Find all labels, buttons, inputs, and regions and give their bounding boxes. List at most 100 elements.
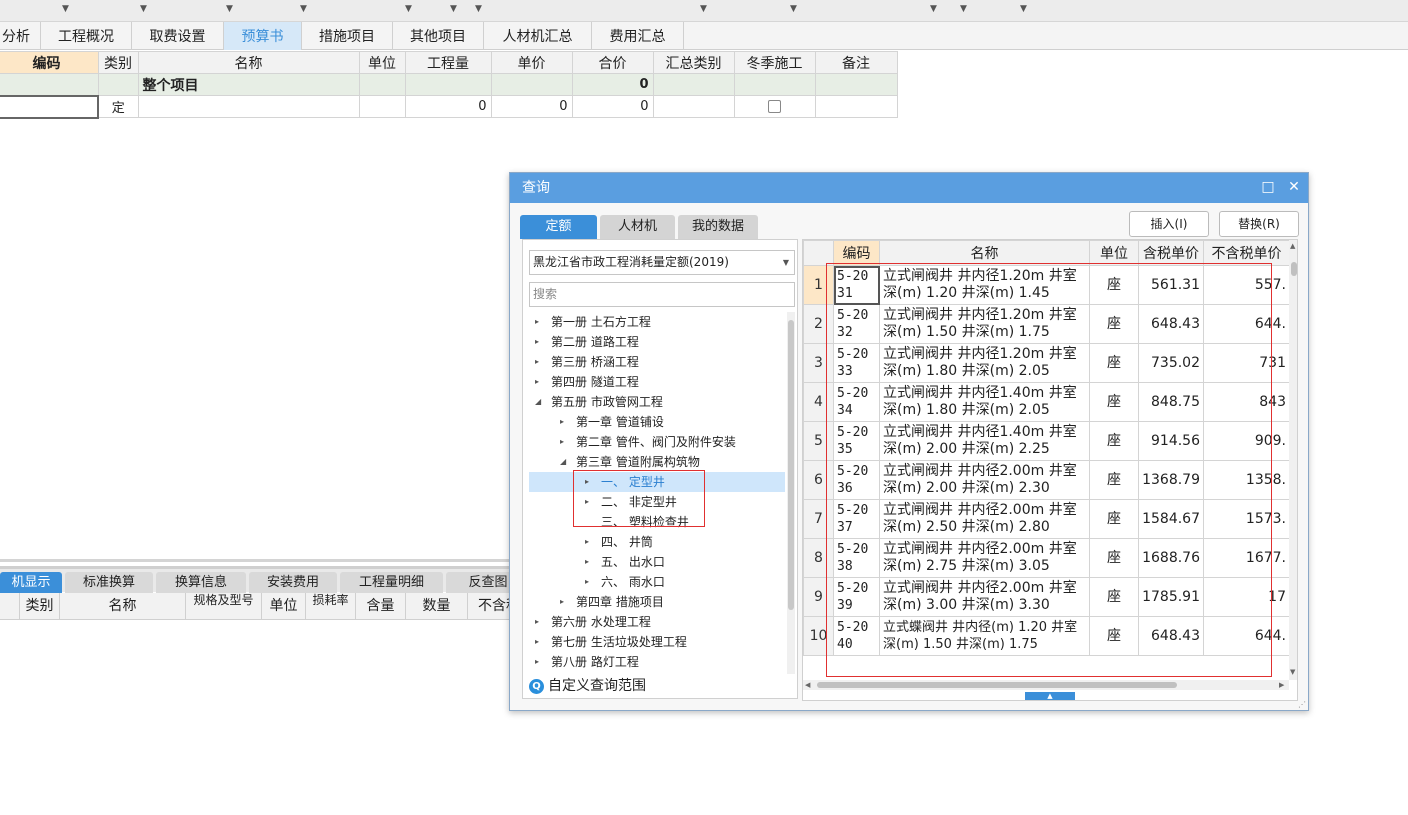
tab-measures[interactable]: 措施项目 xyxy=(302,22,393,50)
result-col-name[interactable]: 名称 xyxy=(879,240,1090,266)
quota-tax-price[interactable]: 1688.76 xyxy=(1138,538,1204,578)
row-number[interactable]: 8 xyxy=(803,538,834,578)
quota-code[interactable]: 5-2036 xyxy=(833,460,880,500)
tab-display[interactable]: 机显示 xyxy=(0,572,62,594)
quota-unit[interactable]: 座 xyxy=(1089,265,1139,305)
quota-name[interactable]: 立式闸阀井 井内径1.40m 井室深(m) 2.00 井深(m) 2.25 xyxy=(879,421,1090,461)
tree-node[interactable]: ▸ 第七册 生活垃圾处理工程 xyxy=(529,632,785,652)
quota-name[interactable]: 立式闸阀井 井内径2.00m 井室深(m) 2.50 井深(m) 2.80 xyxy=(879,499,1090,539)
scroll-thumb[interactable] xyxy=(788,320,794,610)
tree-node[interactable]: ▸ 第二章 管件、阀门及附件安装 xyxy=(529,432,785,452)
quota-notax-price[interactable]: 1358. xyxy=(1203,460,1290,500)
scroll-left-icon[interactable]: ◀ xyxy=(805,681,810,689)
collapsed-caret-icon[interactable]: ▸ xyxy=(535,612,545,632)
table-row[interactable]: 9 5-2039 立式闸阀井 井内径2.00m 井室深(m) 3.00 井深(m) … xyxy=(803,577,1290,617)
quota-name[interactable]: 立式闸阀井 井内径1.20m 井室深(m) 1.80 井深(m) 2.05 xyxy=(879,343,1090,383)
lower-col-name[interactable]: 名称 xyxy=(60,593,186,620)
cell[interactable] xyxy=(358,73,406,96)
cell[interactable] xyxy=(97,73,139,96)
dialog-title-bar[interactable]: 查询 xyxy=(510,173,1308,203)
quota-code[interactable]: 5-2034 xyxy=(833,382,880,422)
table-row[interactable]: 5 5-2035 立式闸阀井 井内径1.40m 井室深(m) 2.00 井深(m) … xyxy=(803,421,1290,461)
tree-node[interactable]: ▸ 第一章 管道铺设 xyxy=(529,412,785,432)
row-number[interactable]: 4 xyxy=(803,382,834,422)
row-number[interactable]: 5 xyxy=(803,421,834,461)
quota-notax-price[interactable]: 17 xyxy=(1203,577,1290,617)
tree-node[interactable]: ▸ 第四章 措施项目 xyxy=(529,592,785,612)
chevron-down-icon[interactable]: ▼ xyxy=(960,4,967,14)
unit-cell[interactable] xyxy=(358,95,406,118)
quota-name[interactable]: 立式闸阀井 井内径2.00m 井室深(m) 3.00 井深(m) 3.30 xyxy=(879,577,1090,617)
chevron-down-icon[interactable]: ▼ xyxy=(300,4,307,14)
col-header-price[interactable]: 单价 xyxy=(490,51,573,74)
lower-col-spec[interactable]: 规格及型号 xyxy=(186,593,262,620)
quota-unit[interactable]: 座 xyxy=(1089,382,1139,422)
table-row[interactable]: 1 5-2031 立式闸阀井 井内径1.20m 井室深(m) 1.20 井深(m) … xyxy=(803,265,1290,305)
collapsed-caret-icon[interactable]: ▸ xyxy=(585,532,595,552)
quota-code[interactable]: 5-2032 xyxy=(833,304,880,344)
chevron-down-icon[interactable]: ▼ xyxy=(783,251,789,274)
collapsed-caret-icon[interactable]: ▸ xyxy=(560,592,570,612)
tree-node[interactable]: ▸ 第一册 土石方工程 xyxy=(529,312,785,332)
quota-tax-price[interactable]: 1584.67 xyxy=(1138,499,1204,539)
quota-code[interactable]: 5-2040 xyxy=(833,616,880,656)
chevron-down-icon[interactable]: ▼ xyxy=(700,4,707,14)
quota-code[interactable]: 5-2037 xyxy=(833,499,880,539)
panel-toggle-button[interactable]: ▲ xyxy=(1025,692,1075,700)
quota-unit[interactable]: 座 xyxy=(1089,304,1139,344)
tree-scrollbar[interactable] xyxy=(787,312,795,674)
result-hscrollbar[interactable]: ◀ ▶ xyxy=(803,680,1289,690)
code-cell-editing[interactable] xyxy=(0,94,99,119)
table-row[interactable]: 8 5-2038 立式闸阀井 井内径2.00m 井室深(m) 2.75 井深(m) … xyxy=(803,538,1290,578)
table-row[interactable]: 10 5-2040 立式蝶阀井 井内径(m) 1.20 井室深(m) 1.50 井深… xyxy=(803,616,1290,656)
lower-col-content[interactable]: 含量 xyxy=(356,593,406,620)
quota-notax-price[interactable]: 644. xyxy=(1203,304,1290,344)
quota-notax-price[interactable]: 1573. xyxy=(1203,499,1290,539)
quota-unit[interactable]: 座 xyxy=(1089,577,1139,617)
quota-tax-price[interactable]: 1368.79 xyxy=(1138,460,1204,500)
quota-tax-price[interactable]: 648.43 xyxy=(1138,616,1204,656)
chevron-down-icon[interactable]: ▼ xyxy=(475,4,482,14)
quota-code[interactable]: 5-2035 xyxy=(833,421,880,461)
cell[interactable] xyxy=(814,73,898,96)
table-row[interactable]: 7 5-2037 立式闸阀井 井内径2.00m 井室深(m) 2.50 井深(m) … xyxy=(803,499,1290,539)
close-icon[interactable]: ✕ xyxy=(1286,179,1302,195)
table-row[interactable]: 2 5-2032 立式闸阀井 井内径1.20m 井室深(m) 1.50 井深(m) … xyxy=(803,304,1290,344)
col-header-remark[interactable]: 备注 xyxy=(814,51,898,74)
summary-type-cell[interactable] xyxy=(652,95,735,118)
tab-other-items[interactable]: 其他项目 xyxy=(393,22,484,50)
col-header-code[interactable]: 编码 xyxy=(0,51,99,74)
scroll-right-icon[interactable]: ▶ xyxy=(1279,681,1284,689)
quota-name[interactable]: 立式闸阀井 井内径1.20m 井室深(m) 1.50 井深(m) 1.75 xyxy=(879,304,1090,344)
result-col-notax-price[interactable]: 不含税单价 xyxy=(1203,240,1290,266)
scroll-thumb[interactable] xyxy=(817,682,1177,688)
price-cell[interactable]: 0 xyxy=(490,95,573,118)
col-header-type[interactable]: 类别 xyxy=(97,51,139,74)
row-number[interactable]: 10 xyxy=(803,616,834,656)
row-number[interactable]: 3 xyxy=(803,343,834,383)
quota-unit[interactable]: 座 xyxy=(1089,616,1139,656)
tab-standard-conversion[interactable]: 标准换算 xyxy=(65,572,153,594)
collapsed-caret-icon[interactable]: ▸ xyxy=(535,632,545,652)
quota-notax-price[interactable]: 909. xyxy=(1203,421,1290,461)
tree-node[interactable]: ◢ 第五册 市政管网工程 xyxy=(529,392,785,412)
quota-unit[interactable]: 座 xyxy=(1089,538,1139,578)
quota-unit[interactable]: 座 xyxy=(1089,421,1139,461)
tree-node[interactable]: ▸ 六、 雨水口 xyxy=(529,572,785,592)
tab-quota[interactable]: 定额 xyxy=(520,215,597,239)
tab-labor-material-summary[interactable]: 人材机汇总 xyxy=(484,22,592,50)
chevron-down-icon[interactable]: ▼ xyxy=(62,4,69,14)
quota-name[interactable]: 立式闸阀井 井内径1.40m 井室深(m) 1.80 井深(m) 2.05 xyxy=(879,382,1090,422)
winter-checkbox[interactable] xyxy=(768,100,781,113)
replace-button[interactable]: 替换(R) xyxy=(1219,211,1299,237)
tree-node[interactable]: ▸ 二、 非定型井 xyxy=(529,492,785,512)
col-header-name[interactable]: 名称 xyxy=(137,51,360,74)
result-col-tax-price[interactable]: 含税单价 xyxy=(1138,240,1204,266)
result-vscrollbar[interactable]: ▲ ▼ xyxy=(1289,240,1297,680)
quota-tax-price[interactable]: 735.02 xyxy=(1138,343,1204,383)
row-number[interactable]: 9 xyxy=(803,577,834,617)
tree-node[interactable]: ▸ 第六册 水处理工程 xyxy=(529,612,785,632)
collapsed-caret-icon[interactable]: ▸ xyxy=(560,412,570,432)
collapsed-caret-icon[interactable]: ▸ xyxy=(535,312,545,332)
tree-node[interactable]: ▸ 第八册 路灯工程 xyxy=(529,652,785,672)
